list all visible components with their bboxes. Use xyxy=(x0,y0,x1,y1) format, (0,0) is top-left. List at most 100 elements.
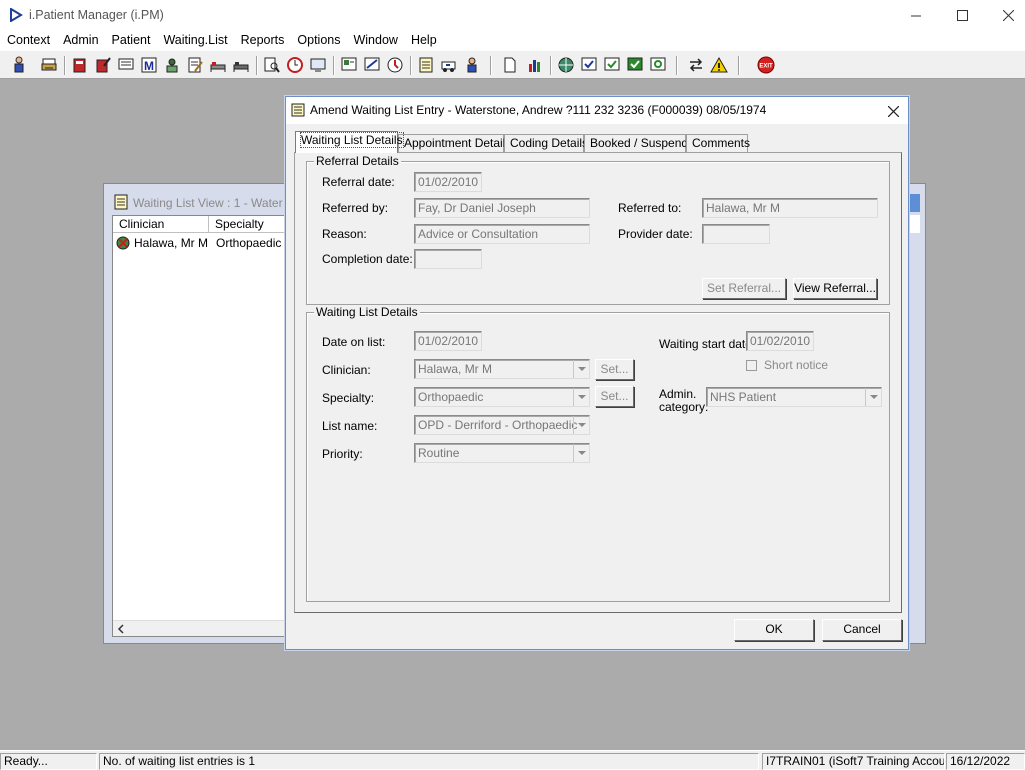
close-button[interactable] xyxy=(985,0,1025,31)
provider-date-field[interactable] xyxy=(702,224,770,244)
date-on-list-field[interactable]: 01/02/2010 xyxy=(414,331,482,351)
short-notice-checkbox[interactable] xyxy=(746,360,757,371)
menu-patient[interactable]: Patient xyxy=(105,31,157,50)
view-referral-button[interactable]: View Referral... xyxy=(793,278,877,299)
tb-globe-icon[interactable] xyxy=(556,55,576,75)
status-date: 16/12/2022 xyxy=(946,753,1025,770)
referred-to-label: Referred to: xyxy=(618,201,682,215)
tb-monitor-list-icon[interactable] xyxy=(116,55,136,75)
menu-waiting-list[interactable]: Waiting.List xyxy=(156,31,233,50)
tb-printer-icon[interactable] xyxy=(39,55,59,75)
tb-clock-icon[interactable] xyxy=(285,55,305,75)
close-icon xyxy=(1002,10,1014,21)
specialty-set-button[interactable]: Set... xyxy=(595,386,634,407)
menu-admin[interactable]: Admin xyxy=(56,31,104,50)
tab-waiting-list-details[interactable]: Waiting List Details xyxy=(295,131,404,153)
table-row[interactable]: Halawa, Mr M Orthopaedic xyxy=(113,235,291,251)
horizontal-scrollbar[interactable] xyxy=(113,620,291,636)
tb-card-check-2-icon[interactable] xyxy=(602,55,622,75)
scroll-left-icon xyxy=(117,624,124,634)
tb-exit-icon[interactable]: EXIT xyxy=(756,55,776,75)
tb-card-green-icon[interactable] xyxy=(625,55,645,75)
clinician-set-button[interactable]: Set... xyxy=(595,359,634,380)
menu-context[interactable]: Context xyxy=(0,31,56,50)
cancel-button[interactable]: Cancel xyxy=(822,619,902,641)
menu-options[interactable]: Options xyxy=(290,31,346,50)
row-clinician: Halawa, Mr M xyxy=(134,236,209,250)
chevron-down-icon xyxy=(577,366,586,371)
menu-window[interactable]: Window xyxy=(346,31,403,50)
maximize-icon xyxy=(956,10,968,21)
svg-text:M: M xyxy=(144,59,154,73)
tab-panel: Referral Details Referral date: 01/02/20… xyxy=(294,152,902,613)
svg-text:EXIT: EXIT xyxy=(759,64,773,70)
tab-booked-suspend[interactable]: Booked / Suspend xyxy=(584,134,688,152)
waiting-start-date-field[interactable]: 01/02/2010 xyxy=(746,331,814,351)
reason-field[interactable]: Advice or Consultation xyxy=(414,224,590,244)
window-title-edge xyxy=(908,194,920,212)
tb-patient-person-icon[interactable] xyxy=(9,55,29,75)
tb-m-icon[interactable]: M xyxy=(139,55,159,75)
tb-swap-icon[interactable] xyxy=(686,55,706,75)
tb-card-list-icon[interactable] xyxy=(339,55,359,75)
tb-person-card-icon[interactable] xyxy=(162,55,182,75)
clinician-label: Clinician: xyxy=(322,363,371,377)
tb-bed-2-icon[interactable] xyxy=(231,55,251,75)
patient-status-icon xyxy=(116,236,130,250)
clinician-select[interactable]: Halawa, Mr M xyxy=(414,359,590,379)
set-referral-button[interactable]: Set Referral... xyxy=(702,278,786,299)
minimize-button[interactable] xyxy=(893,0,939,31)
tb-card-refresh-icon[interactable] xyxy=(648,55,668,75)
tb-blank-doc-icon[interactable] xyxy=(500,55,520,75)
list-name-select[interactable]: OPD - Derriford - Orthopaedic xyxy=(414,415,590,435)
dialog-close-button[interactable] xyxy=(883,101,903,121)
short-notice-label: Short notice xyxy=(764,358,829,372)
provider-date-label: Provider date: xyxy=(618,227,693,241)
tb-red-book-icon[interactable] xyxy=(70,55,90,75)
tab-coding-details[interactable]: Coding Details xyxy=(504,134,588,152)
tb-card-edit-icon[interactable] xyxy=(362,55,382,75)
toolbar: M EXIT xyxy=(0,50,1025,79)
admin-category-select[interactable]: NHS Patient xyxy=(706,387,882,407)
tb-person-arrow-icon[interactable] xyxy=(462,55,482,75)
tb-notepad-icon[interactable] xyxy=(416,55,436,75)
referral-details-legend: Referral Details xyxy=(314,154,401,168)
referral-date-label: Referral date: xyxy=(322,175,395,189)
tab-appointment-details[interactable]: Appointment Details xyxy=(398,134,511,152)
tb-warning-icon[interactable] xyxy=(709,55,729,75)
tb-search-doc-icon[interactable] xyxy=(262,55,282,75)
referral-date-field[interactable]: 01/02/2010 xyxy=(414,172,482,192)
referred-by-field[interactable]: Fay, Dr Daniel Joseph xyxy=(414,198,590,218)
menu-reports[interactable]: Reports xyxy=(234,31,291,50)
waiting-list-table[interactable]: Clinician Specialty Halawa, Mr M Orthopa… xyxy=(112,215,293,637)
referred-by-label: Referred by: xyxy=(322,201,389,215)
app-title: i.Patient Manager (i.PM) xyxy=(29,8,164,22)
column-header-specialty[interactable]: Specialty xyxy=(209,216,293,233)
specialty-label: Specialty: xyxy=(322,391,375,405)
chevron-down-icon xyxy=(577,450,586,455)
tb-document-pen-icon[interactable] xyxy=(185,55,205,75)
tab-comments[interactable]: Comments xyxy=(686,134,750,152)
completion-date-label: Completion date: xyxy=(322,252,413,266)
tb-card-check-icon[interactable] xyxy=(579,55,599,75)
completion-date-field[interactable] xyxy=(414,249,482,269)
app-play-icon xyxy=(10,8,23,22)
referral-details-group: Referral Details Referral date: 01/02/20… xyxy=(306,154,890,305)
tb-book-edit-icon[interactable] xyxy=(93,55,113,75)
date-on-list-label: Date on list: xyxy=(322,335,386,349)
specialty-select[interactable]: Orthopaedic xyxy=(414,387,590,407)
tb-monitor-icon[interactable] xyxy=(308,55,328,75)
tb-bed-icon[interactable] xyxy=(208,55,228,75)
tb-ambulance-icon[interactable] xyxy=(439,55,459,75)
referred-to-field[interactable]: Halawa, Mr M xyxy=(702,198,878,218)
tb-clock-arrow-icon[interactable] xyxy=(385,55,405,75)
priority-select[interactable]: Routine xyxy=(414,443,590,463)
maximize-button[interactable] xyxy=(939,0,985,31)
column-header-clinician[interactable]: Clinician xyxy=(113,216,209,233)
status-message: No. of waiting list entries is 1 xyxy=(99,753,759,770)
tb-bar-chart-icon[interactable] xyxy=(525,55,545,75)
app-title-bar: i.Patient Manager (i.PM) xyxy=(0,0,1025,31)
ok-button[interactable]: OK xyxy=(734,619,814,641)
amend-waiting-list-dialog: Amend Waiting List Entry - Waterstone, A… xyxy=(285,96,909,650)
menu-help[interactable]: Help xyxy=(404,31,443,50)
